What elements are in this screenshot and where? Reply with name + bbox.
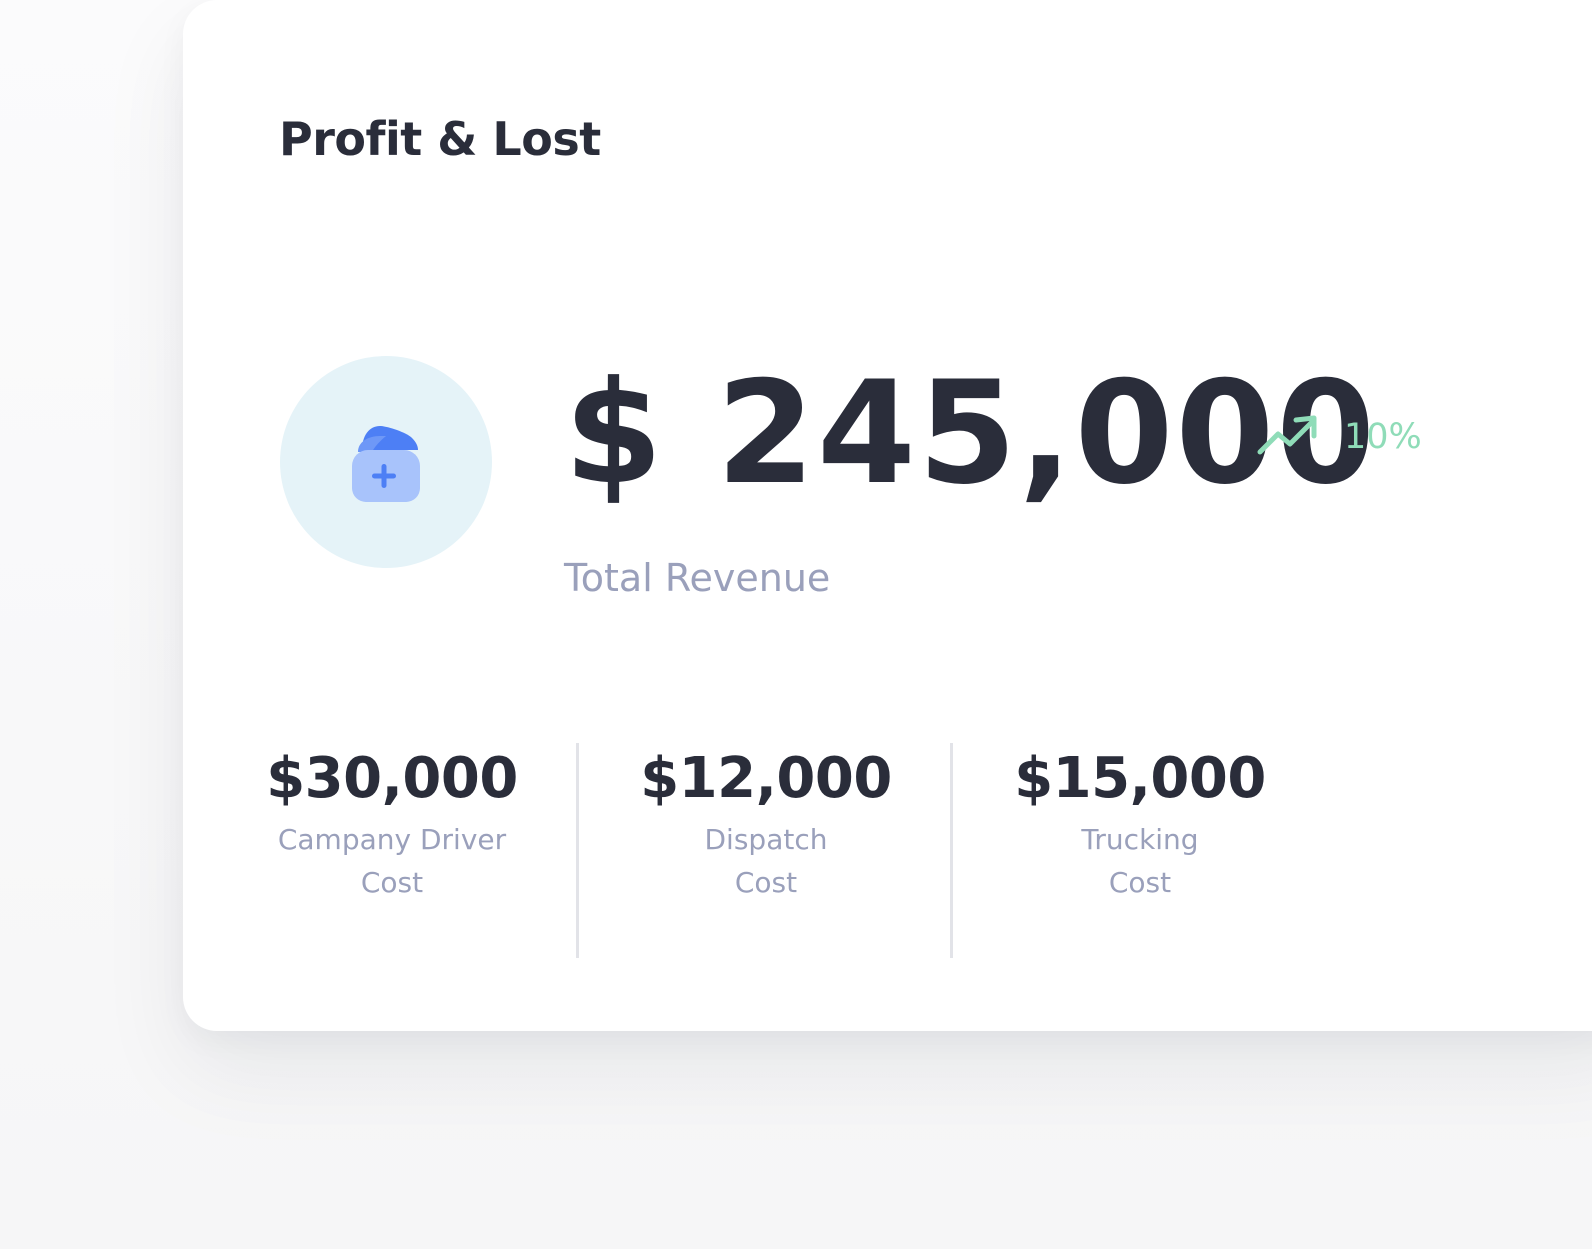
trend-percent: 10%: [1344, 417, 1422, 457]
total-revenue-label: Total Revenue: [564, 556, 831, 600]
stat-value: $12,000: [640, 746, 892, 811]
stat-trucking-cost: $15,000 Trucking Cost: [950, 748, 1330, 904]
card-title: Profit & Lost: [279, 112, 601, 166]
stat-company-driver-cost: $30,000 Campany Driver Cost: [202, 748, 582, 904]
wallet-add-icon: [352, 426, 420, 502]
trending-up-icon: [1257, 415, 1317, 455]
stat-label-line: Cost: [734, 865, 798, 899]
stat-label: Campany Driver Cost: [202, 818, 582, 905]
stat-label: Dispatch Cost: [576, 818, 956, 905]
stat-label-line: Cost: [1108, 865, 1172, 899]
revenue-trend: 10%: [1256, 414, 1422, 460]
stat-dispatch-cost: $12,000 Dispatch Cost: [576, 748, 956, 904]
page: Profit & Lost $ 245,000 10% Total Revenu…: [0, 0, 1592, 1249]
stat-value: $15,000: [1014, 746, 1266, 811]
stat-label-line: Campany Driver: [277, 822, 507, 856]
stat-label-line: Cost: [360, 865, 424, 899]
stat-label-line: Trucking: [1081, 822, 1199, 856]
stat-label-line: Dispatch: [704, 822, 828, 856]
stat-label: Trucking Cost: [950, 818, 1330, 905]
wallet-icon-badge: [280, 356, 492, 568]
stat-value: $30,000: [266, 746, 518, 811]
profit-loss-card: Profit & Lost $ 245,000 10% Total Revenu…: [183, 0, 1592, 1031]
